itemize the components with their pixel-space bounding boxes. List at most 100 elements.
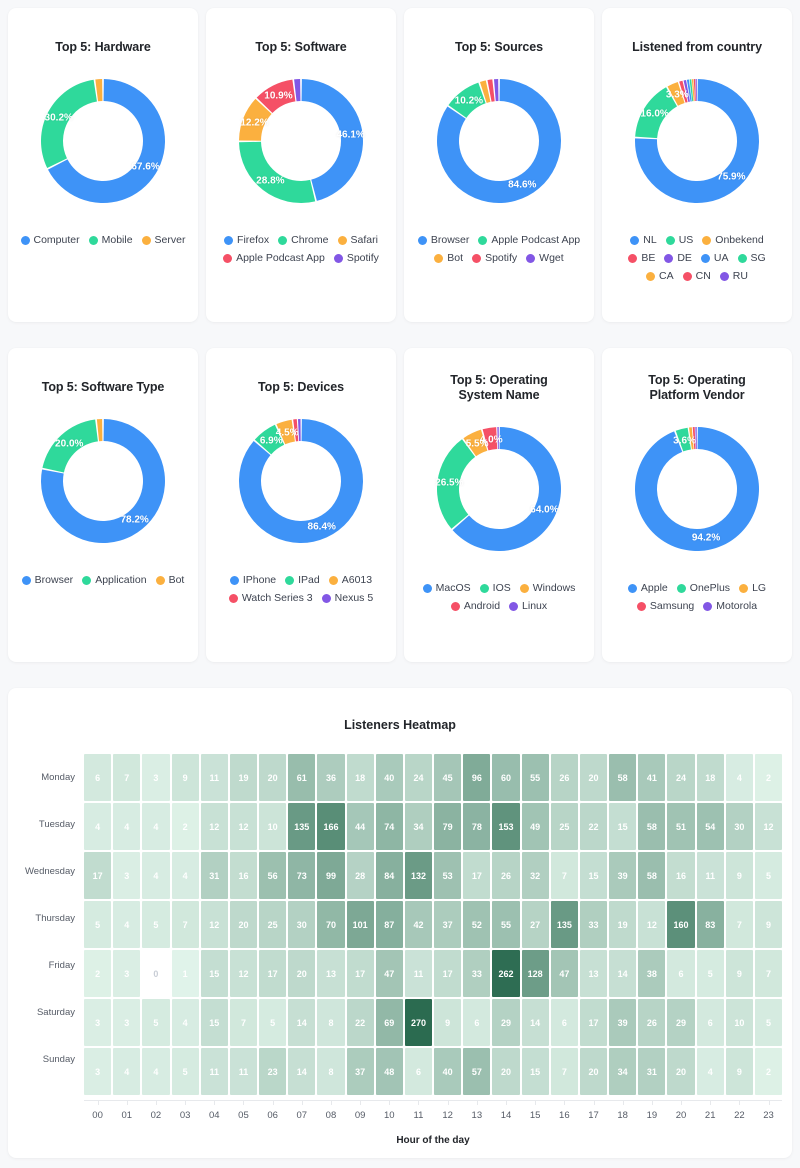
- legend-item[interactable]: Android: [450, 599, 500, 613]
- heatmap-cell[interactable]: 1: [171, 950, 199, 997]
- heatmap-cell[interactable]: 69: [375, 999, 403, 1046]
- legend-item[interactable]: OnePlus: [676, 581, 730, 595]
- legend-item[interactable]: Server: [141, 233, 185, 247]
- legend-item[interactable]: Windows: [519, 581, 575, 595]
- heatmap-cell[interactable]: 73: [288, 852, 316, 899]
- heatmap-cell[interactable]: 6: [84, 754, 112, 801]
- heatmap-cell[interactable]: 12: [229, 803, 258, 850]
- heatmap-cell[interactable]: 33: [463, 950, 491, 997]
- legend-item[interactable]: Computer: [20, 233, 80, 247]
- legend-item[interactable]: CN: [682, 269, 711, 283]
- legend-item[interactable]: Apple Podcast App: [478, 233, 580, 247]
- legend-item[interactable]: RU: [719, 269, 748, 283]
- heatmap-cell[interactable]: 15: [609, 803, 637, 850]
- heatmap-cell[interactable]: 4: [113, 901, 141, 948]
- heatmap-cell[interactable]: 26: [492, 852, 520, 899]
- legend-item[interactable]: Spotify: [333, 251, 379, 265]
- heatmap-cell[interactable]: 4: [171, 852, 199, 899]
- heatmap-cell[interactable]: 55: [521, 754, 549, 801]
- heatmap-cell[interactable]: 40: [434, 1048, 462, 1095]
- heatmap-cell[interactable]: 58: [609, 754, 637, 801]
- heatmap-cell[interactable]: 20: [229, 901, 258, 948]
- legend-item[interactable]: CA: [646, 269, 674, 283]
- legend-item[interactable]: Application: [82, 573, 147, 587]
- donut-slice[interactable]: [41, 79, 97, 169]
- heatmap-cell[interactable]: 26: [638, 999, 666, 1046]
- heatmap-cell[interactable]: 9: [725, 950, 753, 997]
- heatmap-cell[interactable]: 166: [317, 803, 345, 850]
- heatmap-cell[interactable]: 12: [200, 803, 228, 850]
- heatmap-cell[interactable]: 101: [346, 901, 374, 948]
- heatmap-cell[interactable]: 15: [200, 999, 228, 1046]
- heatmap-cell[interactable]: 19: [229, 754, 258, 801]
- legend-item[interactable]: Samsung: [636, 599, 694, 613]
- heatmap-cell[interactable]: 34: [404, 803, 433, 850]
- heatmap-cell[interactable]: 16: [667, 852, 695, 899]
- heatmap-cell[interactable]: 83: [696, 901, 724, 948]
- heatmap-cell[interactable]: 5: [171, 1048, 199, 1095]
- heatmap-cell[interactable]: 2: [754, 754, 783, 801]
- heatmap-cell[interactable]: 48: [375, 1048, 403, 1095]
- heatmap-cell[interactable]: 44: [346, 803, 374, 850]
- legend-item[interactable]: US: [665, 233, 693, 247]
- heatmap-cell[interactable]: 20: [259, 754, 287, 801]
- heatmap-cell[interactable]: 38: [638, 950, 666, 997]
- heatmap-cell[interactable]: 27: [521, 901, 549, 948]
- heatmap-cell[interactable]: 9: [434, 999, 462, 1046]
- heatmap-cell[interactable]: 262: [492, 950, 520, 997]
- heatmap-cell[interactable]: 54: [696, 803, 724, 850]
- donut-slice[interactable]: [695, 79, 697, 102]
- heatmap-cell[interactable]: 23: [259, 1048, 287, 1095]
- donut-slice[interactable]: [635, 427, 759, 551]
- legend-item[interactable]: Bot: [434, 251, 463, 265]
- heatmap-cell[interactable]: 11: [229, 1048, 258, 1095]
- heatmap-cell[interactable]: 4: [84, 803, 112, 850]
- heatmap-cell[interactable]: 6: [667, 950, 695, 997]
- heatmap-cell[interactable]: 4: [142, 852, 170, 899]
- heatmap-cell[interactable]: 3: [84, 999, 112, 1046]
- legend-item[interactable]: IPhone: [229, 573, 276, 587]
- heatmap-cell[interactable]: 20: [579, 754, 608, 801]
- donut-slice[interactable]: [239, 141, 316, 203]
- heatmap-cell[interactable]: 32: [521, 852, 549, 899]
- heatmap-cell[interactable]: 128: [521, 950, 549, 997]
- donut-slice[interactable]: [493, 79, 499, 102]
- heatmap-cell[interactable]: 52: [463, 901, 491, 948]
- heatmap-cell[interactable]: 11: [200, 1048, 228, 1095]
- legend-item[interactable]: Apple: [627, 581, 668, 595]
- heatmap-cell[interactable]: 37: [434, 901, 462, 948]
- heatmap-cell[interactable]: 34: [609, 1048, 637, 1095]
- heatmap-cell[interactable]: 20: [492, 1048, 520, 1095]
- heatmap-cell[interactable]: 39: [609, 999, 637, 1046]
- heatmap-cell[interactable]: 22: [346, 999, 374, 1046]
- legend-item[interactable]: Motorola: [703, 599, 757, 613]
- heatmap-cell[interactable]: 2: [754, 1048, 783, 1095]
- heatmap-cell[interactable]: 58: [638, 803, 666, 850]
- heatmap-cell[interactable]: 14: [288, 999, 316, 1046]
- heatmap-cell[interactable]: 22: [579, 803, 608, 850]
- heatmap-cell[interactable]: 17: [259, 950, 287, 997]
- legend-item[interactable]: Chrome: [278, 233, 329, 247]
- legend-item[interactable]: Nexus 5: [321, 591, 373, 605]
- heatmap-cell[interactable]: 42: [404, 901, 433, 948]
- heatmap-cell[interactable]: 135: [550, 901, 578, 948]
- heatmap-cell[interactable]: 55: [492, 901, 520, 948]
- legend-item[interactable]: LG: [739, 581, 766, 595]
- heatmap-cell[interactable]: 49: [521, 803, 549, 850]
- heatmap-cell[interactable]: 40: [375, 754, 403, 801]
- heatmap-cell[interactable]: 17: [463, 852, 491, 899]
- legend-item[interactable]: MacOS: [422, 581, 471, 595]
- heatmap-cell[interactable]: 11: [404, 950, 433, 997]
- heatmap-cell[interactable]: 45: [434, 754, 462, 801]
- heatmap-cell[interactable]: 0: [142, 950, 170, 997]
- heatmap-cell[interactable]: 14: [609, 950, 637, 997]
- legend-item[interactable]: IPad: [285, 573, 320, 587]
- heatmap-cell[interactable]: 25: [259, 901, 287, 948]
- legend-item[interactable]: Linux: [509, 599, 547, 613]
- heatmap-cell[interactable]: 12: [229, 950, 258, 997]
- heatmap-cell[interactable]: 29: [492, 999, 520, 1046]
- heatmap-cell[interactable]: 18: [346, 754, 374, 801]
- heatmap-cell[interactable]: 41: [638, 754, 666, 801]
- legend-item[interactable]: Mobile: [88, 233, 133, 247]
- heatmap-cell[interactable]: 13: [317, 950, 345, 997]
